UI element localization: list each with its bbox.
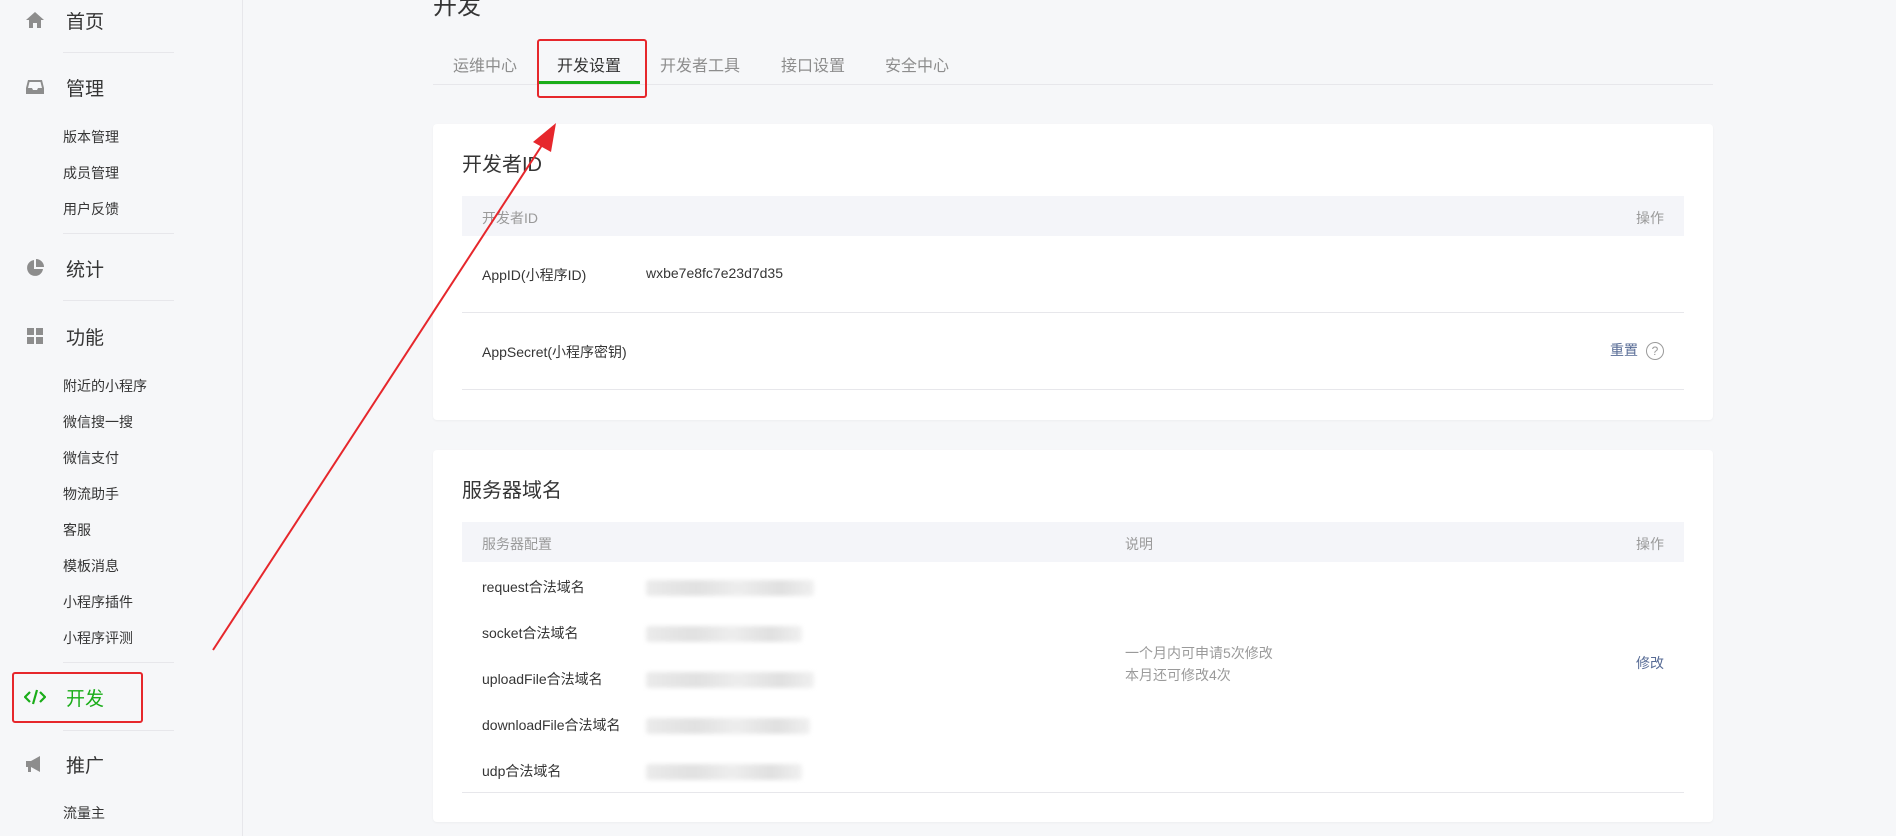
- tab-dev-tools[interactable]: 开发者工具: [660, 52, 740, 76]
- redacted-value: [646, 718, 810, 734]
- sidebar-item-nearby[interactable]: 附近的小程序: [63, 376, 147, 396]
- inbox-icon: [24, 76, 46, 98]
- grid-icon: [24, 325, 46, 347]
- server-domain-title: 服务器域名: [462, 480, 562, 502]
- developer-id-title: 开发者ID: [462, 154, 542, 176]
- divider: [63, 52, 174, 53]
- nav-promote-label: 推广: [66, 755, 105, 777]
- table-row-appid: AppID(小程序ID) wxbe7e8fc7e23d7d35: [462, 236, 1684, 313]
- redacted-value: [646, 580, 814, 596]
- table-row-appsecret: AppSecret(小程序密钥) 重置?: [462, 313, 1684, 390]
- nav-stats-head[interactable]: 统计: [24, 248, 174, 288]
- divider: [63, 662, 174, 663]
- reset-link[interactable]: 重置: [1610, 342, 1638, 358]
- col-action: 操作: [1636, 536, 1664, 552]
- modify-limit-note: 一个月内可申请5次修改: [1125, 645, 1273, 661]
- nav-manage[interactable]: 管理: [24, 67, 174, 107]
- redacted-value: [646, 764, 802, 780]
- developer-id-card: 开发者ID 开发者ID 操作 AppID(小程序ID) wxbe7e8fc7e2…: [433, 124, 1713, 420]
- highlight-box-tab: [537, 39, 647, 98]
- domain-label-upload: uploadFile合法域名: [482, 671, 603, 687]
- sidebar-item-review[interactable]: 小程序评测: [63, 628, 133, 648]
- table-row-domains: request合法域名 socket合法域名 uploadFile合法域名 do…: [462, 562, 1684, 793]
- nav-stats[interactable]: 统计: [24, 248, 174, 288]
- sidebar-item-feedback[interactable]: 用户反馈: [63, 199, 119, 219]
- sidebar-item-logistics[interactable]: 物流助手: [63, 484, 119, 504]
- divider: [63, 300, 174, 301]
- redacted-value: [646, 672, 814, 688]
- domain-label-request: request合法域名: [482, 579, 585, 595]
- tab-security[interactable]: 安全中心: [885, 52, 949, 76]
- sidebar-item-members[interactable]: 成员管理: [63, 163, 119, 183]
- modify-link[interactable]: 修改: [1636, 653, 1664, 673]
- sidebar-item-pay[interactable]: 微信支付: [63, 448, 119, 468]
- appsecret-label: AppSecret(小程序密钥): [482, 344, 627, 360]
- sidebar-item-traffic[interactable]: 流量主: [63, 803, 105, 823]
- developer-id-table-header: 开发者ID 操作: [462, 196, 1684, 236]
- tab-api-settings[interactable]: 接口设置: [781, 52, 845, 76]
- nav-features-label: 功能: [66, 327, 105, 349]
- sidebar-item-search[interactable]: 微信搜一搜: [63, 412, 133, 432]
- sidebar-item-version[interactable]: 版本管理: [63, 127, 119, 147]
- home-icon: [24, 9, 46, 31]
- col-server-config: 服务器配置: [482, 536, 552, 552]
- server-domain-table-header: 服务器配置 说明 操作: [462, 522, 1684, 562]
- nav-home[interactable]: 首页: [24, 0, 174, 40]
- megaphone-icon: [24, 753, 46, 775]
- server-domain-card: 服务器域名 服务器配置 说明 操作 request合法域名 socket合法域名…: [433, 450, 1713, 822]
- sidebar-item-template[interactable]: 模板消息: [63, 556, 119, 576]
- nav-home-head[interactable]: 首页: [24, 0, 174, 40]
- modify-remaining-note: 本月还可修改4次: [1125, 667, 1231, 683]
- divider: [63, 730, 174, 731]
- nav-features-head[interactable]: 功能: [24, 316, 174, 356]
- pie-chart-icon: [24, 257, 46, 279]
- help-icon[interactable]: ?: [1646, 342, 1664, 361]
- highlight-box-develop: [12, 672, 143, 723]
- appid-value: wxbe7e8fc7e23d7d35: [646, 265, 784, 281]
- domain-label-download: downloadFile合法域名: [482, 717, 621, 733]
- domain-label-socket: socket合法域名: [482, 625, 579, 641]
- nav-home-label: 首页: [66, 11, 105, 33]
- nav-promote[interactable]: 推广: [24, 744, 174, 784]
- nav-stats-label: 统计: [66, 259, 105, 281]
- nav-features[interactable]: 功能: [24, 316, 174, 356]
- col-description: 说明: [1125, 536, 1153, 552]
- sidebar-item-service[interactable]: 客服: [63, 520, 91, 540]
- sidebar-item-plugin[interactable]: 小程序插件: [63, 592, 133, 612]
- nav-promote-head[interactable]: 推广: [24, 744, 174, 784]
- page-title: 开发: [433, 0, 481, 20]
- col-action: 操作: [1636, 210, 1664, 226]
- reset-action: 重置?: [1610, 340, 1664, 361]
- tab-ops[interactable]: 运维中心: [453, 52, 517, 76]
- divider: [63, 233, 174, 234]
- nav-manage-label: 管理: [66, 78, 105, 100]
- domain-label-udp: udp合法域名: [482, 763, 562, 779]
- col-developer-id: 开发者ID: [482, 210, 538, 226]
- redacted-value: [646, 626, 802, 642]
- appid-label: AppID(小程序ID): [482, 267, 587, 283]
- nav-manage-head[interactable]: 管理: [24, 67, 174, 107]
